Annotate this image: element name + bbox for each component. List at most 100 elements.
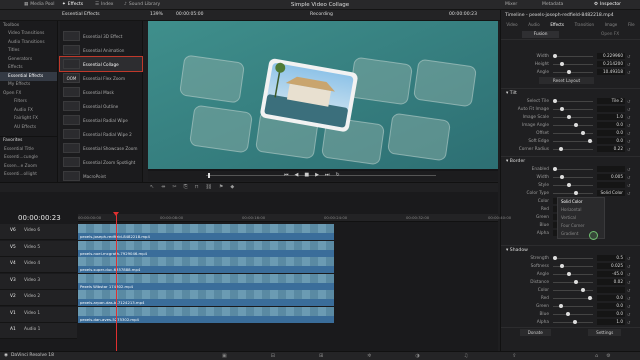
param-slider[interactable] [553,131,593,135]
skip-end-icon[interactable]: ⏭ [325,172,330,178]
reset-icon[interactable]: ↺ [627,183,630,188]
reset-icon[interactable]: ↺ [627,54,630,59]
param-value[interactable]: -45.0 [597,271,625,277]
reset-icon[interactable]: ↺ [627,264,630,269]
param-value[interactable]: Solid Color [597,190,625,196]
effect-item[interactable]: Essential Showcase Zoom [60,141,142,155]
reset-icon[interactable]: ↺ [627,147,630,152]
param-value[interactable]: 0.0 [597,311,625,317]
slider-knob[interactable] [573,320,577,324]
param-slider[interactable] [553,296,593,300]
param-value[interactable]: 1.0 [597,319,625,325]
marker-icon[interactable]: ◆ [230,184,234,190]
param-value[interactable]: 0.214200 [597,61,625,67]
category-item[interactable]: Fairlight FX [0,115,57,124]
slider-knob[interactable] [581,131,585,135]
collage-tile-4[interactable] [413,59,477,107]
blade-tool-icon[interactable]: ✂ [172,184,176,190]
param-slider[interactable] [553,70,593,74]
param-value[interactable]: 10.49318 [597,69,625,75]
param-value[interactable] [597,106,625,112]
viewer-zoom[interactable]: 139% [150,12,163,17]
param-slider[interactable] [553,256,593,260]
param-slider[interactable] [553,320,593,324]
param-value[interactable]: 0.0 [597,303,625,309]
reset-icon[interactable]: ↺ [627,70,630,75]
settings-button[interactable]: Settings [588,329,622,336]
param-value[interactable]: 0.0 [597,138,625,144]
slider-knob[interactable] [574,191,578,195]
track-header[interactable]: V1 Video 1 [0,306,77,323]
slider-knob[interactable] [567,183,571,187]
category-item[interactable]: My Effects [0,81,57,90]
category-item[interactable]: Filters [0,98,57,107]
param-value[interactable]: Tile 2 [597,98,625,104]
slider-knob[interactable] [553,99,557,103]
param-value[interactable]: 0.0 [597,122,625,128]
reset-icon[interactable]: ↺ [627,107,630,112]
settings-icon[interactable]: ⚙ [606,353,610,359]
reset-icon[interactable]: ↺ [627,296,630,301]
viewer-playhead[interactable] [208,173,210,178]
collage-tile-8[interactable] [387,113,451,161]
fairlight-page-icon[interactable]: ♫ [464,353,468,359]
index-button[interactable]: ☰ Index [95,2,113,7]
param-slider[interactable] [553,191,593,195]
param-slider[interactable] [553,183,593,187]
shadow-section-header[interactable]: ▾ Shadow [501,245,640,254]
param-slider[interactable] [553,304,593,308]
effect-item[interactable]: Essential Outline [60,99,142,113]
param-slider[interactable] [553,175,593,179]
collage-tile-1[interactable] [179,55,245,103]
category-item[interactable]: Audio FX [0,106,57,115]
param-slider[interactable] [553,312,593,316]
reset-icon[interactable]: ↺ [627,123,630,128]
param-value[interactable]: 0.0 [597,130,625,136]
param-slider[interactable] [553,62,593,66]
play-icon[interactable]: ▶ [315,172,319,178]
reset-icon[interactable]: ↺ [627,272,630,277]
param-slider[interactable] [553,264,593,268]
collage-tile-3[interactable] [349,57,413,105]
selection-tool-icon[interactable]: ↖ [150,184,154,190]
slider-knob[interactable] [566,312,570,316]
link-icon[interactable]: ⛓ [206,184,212,190]
effect-item[interactable]: MacroPoint [60,169,142,183]
slider-knob[interactable] [581,288,585,292]
reset-icon[interactable]: ↺ [627,288,630,293]
category-item[interactable]: Open FX [0,89,57,98]
media-page-icon[interactable]: ▣ [222,353,227,359]
viewer-recording-label[interactable]: Recording [310,12,333,17]
reset-icon[interactable]: ↺ [627,280,630,285]
slider-knob[interactable] [567,272,571,276]
color-type-option[interactable]: Vertical [558,214,604,222]
effect-item[interactable]: Essential Radial Wipe [60,113,142,127]
param-value[interactable]: 0.5 [597,255,625,261]
param-value[interactable] [597,182,625,188]
timeline-ruler[interactable]: 00:00:00:00 00:00:08:00 00:00:16:00 00:00:2… [78,214,511,222]
param-slider[interactable] [553,107,593,111]
metadata-button[interactable]: Metadata [542,2,563,7]
slider-knob[interactable] [560,62,564,66]
param-slider[interactable] [553,123,593,127]
media-pool-button[interactable]: ▦ Media Pool [24,2,55,7]
timeline-playhead[interactable] [116,212,117,351]
category-item[interactable]: Essential Effects [0,72,57,81]
reset-icon[interactable]: ↺ [627,312,630,317]
loop-icon[interactable]: ↻ [335,172,339,178]
param-slider[interactable] [553,147,593,151]
slider-knob[interactable] [553,54,557,58]
playhead-handle-icon[interactable] [113,212,119,216]
track-header[interactable]: V6 Video 6 [0,224,77,240]
slider-knob[interactable] [553,167,557,171]
slider-knob[interactable] [574,123,578,127]
effect-item[interactable]: Essential Radial Wipe 2 [60,127,142,141]
edit-page-icon[interactable]: ⊞ [319,353,323,359]
fusion-page-icon[interactable]: ✲ [367,353,371,359]
category-item[interactable]: Generators [0,55,57,64]
reset-icon[interactable]: ↺ [627,191,630,196]
insert-icon[interactable]: ⎘ [184,184,188,190]
cut-page-icon[interactable]: ⊟ [271,353,275,359]
param-slider[interactable] [553,54,593,58]
sound-library-button[interactable]: ♪ Sound Library [124,2,160,7]
